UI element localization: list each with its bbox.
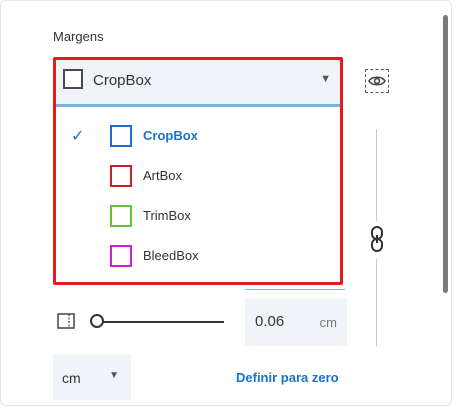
- chain-link-icon[interactable]: [368, 225, 386, 253]
- margin-box-select[interactable]: CropBox ▼: [53, 59, 343, 107]
- field-underline-fragment: [245, 289, 345, 290]
- margin-box-dropdown: ✓ CropBox ArtBox TrimBox BleedBox: [55, 108, 341, 282]
- trimbox-swatch-icon: [110, 205, 132, 227]
- offset-value: 0.06: [255, 313, 285, 330]
- dropdown-item-bleedbox[interactable]: BleedBox: [55, 236, 341, 276]
- bleedbox-swatch-icon: [110, 245, 132, 267]
- artbox-swatch-icon: [110, 165, 132, 187]
- dropdown-item-label: CropBox: [143, 128, 198, 143]
- offset-slider-track[interactable]: [97, 321, 224, 323]
- eye-icon: [368, 76, 386, 86]
- scrollbar-thumb[interactable]: [443, 15, 448, 293]
- chevron-down-icon: ▼: [320, 73, 331, 85]
- dropdown-item-label: BleedBox: [143, 248, 199, 263]
- cropbox-swatch-icon: [110, 125, 132, 147]
- dropdown-item-label: ArtBox: [143, 168, 183, 183]
- checkmark-icon: ✓: [71, 128, 85, 145]
- dropdown-item-trimbox[interactable]: TrimBox: [55, 196, 341, 236]
- unit-select-value: cm: [62, 370, 81, 386]
- visibility-toggle-button[interactable]: [365, 69, 389, 93]
- offset-slider-thumb[interactable]: [90, 314, 104, 328]
- selected-box-value: CropBox: [93, 72, 152, 89]
- unit-select[interactable]: cm ▼: [53, 354, 131, 400]
- dropdown-item-cropbox[interactable]: ✓ CropBox: [55, 116, 341, 156]
- box-swatch-icon: [63, 69, 83, 89]
- section-title: Margens: [53, 29, 104, 44]
- link-guide-top: [376, 129, 377, 221]
- chevron-down-icon: ▼: [109, 370, 119, 381]
- ruler-icon: [57, 313, 75, 329]
- dropdown-item-label: TrimBox: [143, 208, 191, 223]
- offset-number-field[interactable]: 0.06 cm: [245, 298, 347, 346]
- offset-unit: cm: [319, 315, 337, 330]
- link-guide-bottom: [376, 259, 377, 347]
- reset-to-zero-link[interactable]: Definir para zero: [236, 370, 339, 385]
- dropdown-item-artbox[interactable]: ArtBox: [55, 156, 341, 196]
- margins-panel: Margens CropBox ▼ ✓ CropBox ArtBox TrimB…: [0, 0, 452, 406]
